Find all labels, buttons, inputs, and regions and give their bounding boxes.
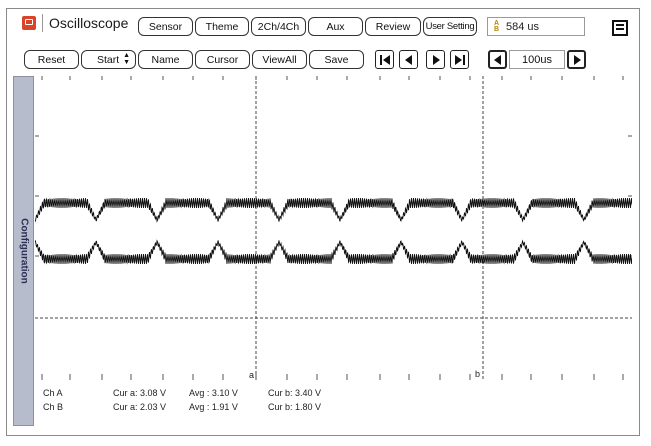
timebase-increase-button[interactable]: [567, 50, 586, 69]
waveform-plot[interactable]: a b: [35, 76, 632, 426]
channel-b-trace: [35, 239, 632, 265]
timebase-decrease-button[interactable]: [488, 50, 507, 69]
app-title: Oscilloscope: [49, 15, 129, 31]
first-frame-button[interactable]: [375, 50, 394, 69]
cursor-button[interactable]: Cursor: [195, 50, 250, 69]
save-button[interactable]: Save: [309, 50, 364, 69]
decrease-icon: [494, 54, 501, 65]
configuration-label: Configuration: [18, 218, 29, 284]
channel-b-cursor-b: Cur b: 1.80 V: [268, 402, 322, 412]
skip-bar-icon: [463, 54, 465, 65]
viewall-button[interactable]: ViewAll: [252, 50, 307, 69]
stepper-icon: ▲ ▼: [123, 52, 130, 66]
cursor-a-label: a: [249, 370, 254, 380]
name-button[interactable]: Name: [138, 50, 193, 69]
ab-icon: AB: [494, 20, 500, 33]
prev-icon: [405, 54, 412, 65]
tab-review[interactable]: Review: [365, 17, 421, 36]
time-readout-value: 584 us: [506, 20, 540, 33]
app-icon: [22, 16, 36, 30]
cursor-b-label: b: [475, 369, 480, 379]
start-button[interactable]: Start ▲ ▼: [81, 50, 136, 69]
title-divider: [42, 14, 43, 32]
tab-sensor[interactable]: Sensor: [138, 17, 193, 36]
next-icon: [433, 54, 440, 65]
time-readout: AB 584 us: [487, 17, 585, 36]
channel-a-cursor-a: Cur a: 3.08 V: [113, 388, 167, 398]
channel-b-name: Ch B: [43, 402, 64, 412]
tab-2ch-4ch[interactable]: 2Ch/4Ch: [251, 17, 306, 36]
start-label: Start: [97, 53, 120, 66]
channel-a-average: Avg : 3.10 V: [189, 388, 238, 398]
increase-icon: [574, 54, 581, 65]
next-frame-button[interactable]: [426, 50, 445, 69]
channel-b-average: Avg : 1.91 V: [189, 402, 238, 412]
configuration-panel-tab[interactable]: Configuration: [13, 76, 34, 426]
channel-a-name: Ch A: [43, 388, 63, 398]
skip-end-icon: [455, 54, 462, 65]
timebase-field[interactable]: 100us: [509, 50, 565, 69]
menu-icon[interactable]: [612, 20, 628, 36]
grid-ticks: [35, 76, 632, 380]
channel-b-cursor-a: Cur a: 2.03 V: [113, 402, 167, 412]
tab-user-setting[interactable]: User Setting: [423, 17, 477, 36]
reset-button[interactable]: Reset: [24, 50, 79, 69]
title-bar: Oscilloscope: [22, 12, 128, 34]
channel-a-trace: [35, 197, 632, 223]
tab-aux[interactable]: Aux: [308, 17, 363, 36]
channel-a-cursor-b: Cur b: 3.40 V: [268, 388, 322, 398]
skip-start-icon: [383, 54, 390, 65]
prev-frame-button[interactable]: [399, 50, 418, 69]
last-frame-button[interactable]: [450, 50, 469, 69]
tab-theme[interactable]: Theme: [195, 17, 249, 36]
skip-bar-icon: [380, 54, 382, 65]
